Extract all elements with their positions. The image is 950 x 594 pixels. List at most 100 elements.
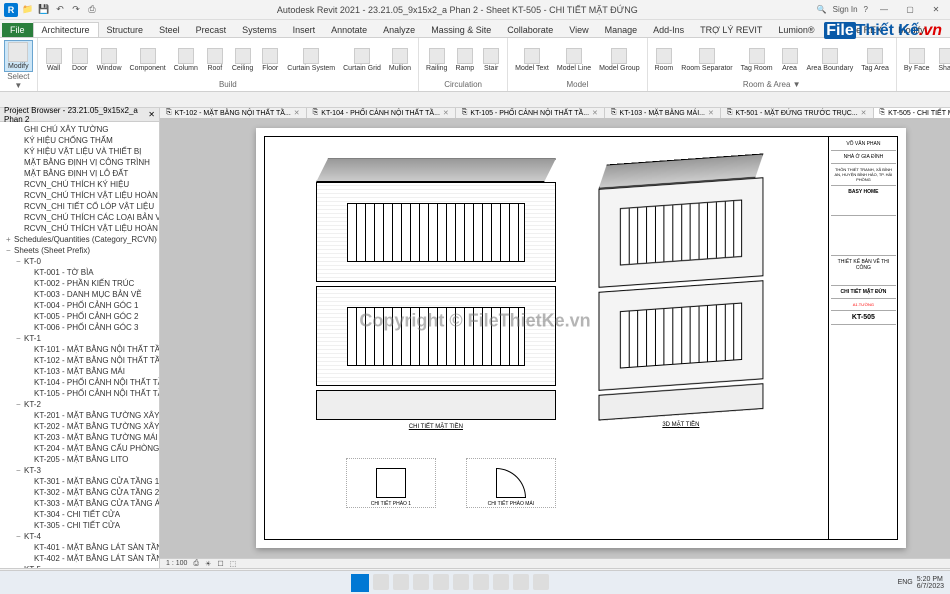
close-icon[interactable]: ✕ [148, 110, 155, 119]
tray-lang[interactable]: ENG [898, 579, 913, 586]
taskbar-app-icon[interactable] [493, 574, 509, 590]
ribbon-tab-massingsite[interactable]: Massing & Site [423, 23, 499, 37]
ribbon-tab-trlrevit[interactable]: TRỢ LÝ REVIT [692, 23, 770, 37]
vc-icon[interactable]: ☀ [205, 560, 211, 568]
tree-node[interactable]: −KT-4 [2, 531, 157, 542]
tree-node[interactable]: −Sheets (Sheet Prefix) [2, 245, 157, 256]
taskbar-app-icon[interactable] [533, 574, 549, 590]
document-tab[interactable]: ⎘KT-505 - CHI TIẾT MẶT ĐỨNG✕ [874, 108, 950, 118]
tree-node[interactable]: −KT-3 [2, 465, 157, 476]
tree-node[interactable]: KT-202 - MẶT BẰNG TƯỜNG XÂY TẦN [2, 421, 157, 432]
wall-button[interactable]: Wall [42, 47, 66, 73]
vc-icon[interactable]: ⎙ [193, 560, 199, 568]
tag-room-button[interactable]: Tag Room [738, 47, 776, 73]
curtain-grid-button[interactable]: Curtain Grid [340, 47, 384, 73]
tree-node[interactable]: KT-001 - TỜ BÌA [2, 267, 157, 278]
tree-node[interactable]: KT-402 - MẶT BẰNG LÁT SÀN TẦNG 2 [2, 553, 157, 564]
ribbon-tab-view[interactable]: View [561, 23, 596, 37]
sign-in-link[interactable]: Sign In [833, 5, 858, 14]
tree-node[interactable]: RCVN_CHI TIẾT CỔ LÓP VẬT LIỆU [2, 201, 157, 212]
qat-undo-icon[interactable]: ↶ [54, 4, 66, 16]
tree-node[interactable]: KT-301 - MẶT BẰNG CỬA TẦNG 1 [2, 476, 157, 487]
model-group-button[interactable]: Model Group [596, 47, 642, 73]
tree-node[interactable]: KT-401 - MẶT BẰNG LÁT SÀN TẦNG [2, 542, 157, 553]
ribbon-tab-addins[interactable]: Add-Ins [645, 23, 692, 37]
tree-node[interactable]: KT-204 - MẶT BẰNG CẤU PHÒNG [2, 443, 157, 454]
tree-node[interactable]: KT-303 - MẶT BẰNG CỬA TẦNG ÁP M [2, 498, 157, 509]
roof-button[interactable]: Roof [203, 47, 227, 73]
ribbon-tab-steel[interactable]: Steel [151, 23, 188, 37]
vc-icon[interactable]: ⬚ [230, 560, 237, 568]
document-tab[interactable]: ⎘KT-501 - MẶT ĐỨNG TRƯỚC TRỤC...✕ [721, 108, 874, 118]
modify-button[interactable]: Modify [4, 40, 33, 72]
document-tab[interactable]: ⎘KT-105 - PHỐI CẢNH NỘI THẤT TẦ...✕ [456, 108, 605, 118]
ribbon-tab-lumion[interactable]: Lumion® [770, 23, 822, 37]
tree-node[interactable]: −KT-2 [2, 399, 157, 410]
area-boundary-button[interactable]: Area Boundary [804, 47, 857, 73]
ribbon-tab-analyze[interactable]: Analyze [375, 23, 423, 37]
tree-node[interactable]: KT-302 - MẶT BẰNG CỬA TẦNG 2 [2, 487, 157, 498]
tree-node[interactable]: RCVN_CHÚ THÍCH VẬT LIỆU HOÀN THIỆN [2, 223, 157, 234]
search-icon[interactable]: 🔍 [817, 5, 827, 14]
document-tab[interactable]: ⎘KT-102 - MẶT BẰNG NỘI THẤT TẦ...✕ [160, 108, 307, 118]
tree-node[interactable]: GHI CHÚ XÂY TƯỜNG [2, 124, 157, 135]
model-text-button[interactable]: Model Text [512, 47, 552, 73]
tree-node[interactable]: KT-103 - MẶT BẰNG MÁI [2, 366, 157, 377]
taskbar-app-icon[interactable] [413, 574, 429, 590]
tree-node[interactable]: −KT-1 [2, 333, 157, 344]
ribbon-tab-systems[interactable]: Systems [234, 23, 285, 37]
taskbar-app-icon[interactable] [453, 574, 469, 590]
model-line-button[interactable]: Model Line [554, 47, 594, 73]
qat-open-icon[interactable]: 📁 [22, 4, 34, 16]
column-button[interactable]: Column [171, 47, 201, 73]
ceiling-button[interactable]: Ceiling [229, 47, 256, 73]
tree-node[interactable]: KT-305 - CHI TIẾT CỬA [2, 520, 157, 531]
by-face-button[interactable]: By Face [901, 47, 933, 73]
tree-node[interactable]: KT-005 - PHỐI CẢNH GÓC 2 [2, 311, 157, 322]
ribbon-tab-annotate[interactable]: Annotate [323, 23, 375, 37]
tree-node[interactable]: KT-003 - DANH MỤC BẢN VẼ [2, 289, 157, 300]
qat-save-icon[interactable]: 💾 [38, 4, 50, 16]
ribbon-tab-collaborate[interactable]: Collaborate [499, 23, 561, 37]
tree-node[interactable]: MẶT BẰNG ĐỊNH VỊ LÔ ĐẤT [2, 168, 157, 179]
help-icon[interactable]: ? [864, 5, 868, 14]
tree-node[interactable]: KT-004 - PHỐI CẢNH GÓC 1 [2, 300, 157, 311]
door-button[interactable]: Door [68, 47, 92, 73]
tree-node[interactable]: +Schedules/Quantities (Category_RCVN) [2, 234, 157, 245]
vc-icon[interactable]: ☐ [217, 560, 223, 568]
tag-area-button[interactable]: Tag Area [858, 47, 892, 73]
tree-node[interactable]: RCVN_CHÚ THÍCH VẬT LIỆU HOÀN THIỆN [2, 190, 157, 201]
qat-print-icon[interactable]: ⎙ [86, 4, 98, 16]
scale-label[interactable]: 1 : 100 [166, 560, 187, 567]
tree-node[interactable]: KT-205 - MẶT BẰNG LITO [2, 454, 157, 465]
document-tab[interactable]: ⎘KT-104 - PHỐI CẢNH NỘI THẤT TẦ...✕ [307, 108, 456, 118]
tree-node[interactable]: −KT-0 [2, 256, 157, 267]
tree-node[interactable]: −KT-5 [2, 564, 157, 568]
tree-node[interactable]: KT-101 - MẶT BẰNG NỘI THẤT TẦNG [2, 344, 157, 355]
start-button[interactable] [351, 574, 369, 592]
tree-node[interactable]: KT-104 - PHỐI CẢNH NỘI THẤT TẦ [2, 377, 157, 388]
document-tab[interactable]: ⎘KT-103 - MẶT BẰNG MÁI...✕ [605, 108, 721, 118]
ribbon-tab-precast[interactable]: Precast [188, 23, 235, 37]
qat-redo-icon[interactable]: ↷ [70, 4, 82, 16]
tree-node[interactable]: KT-201 - MẶT BẰNG TƯỜNG XÂY TẦN [2, 410, 157, 421]
minimize-button[interactable]: — [874, 3, 894, 17]
area-button[interactable]: Area [778, 47, 802, 73]
ribbon-tab-manage[interactable]: Manage [597, 23, 646, 37]
ribbon-tab-structure[interactable]: Structure [99, 23, 152, 37]
ribbon-tab-architecture[interactable]: Architecture [33, 22, 99, 37]
mullion-button[interactable]: Mullion [386, 47, 414, 73]
taskbar-app-icon[interactable] [473, 574, 489, 590]
room-button[interactable]: Room [652, 47, 677, 73]
tree-node[interactable]: MẶT BẰNG ĐỊNH VỊ CÔNG TRÌNH [2, 157, 157, 168]
ribbon-tab-insert[interactable]: Insert [285, 23, 324, 37]
railing-button[interactable]: Railing [423, 47, 450, 73]
floor-button[interactable]: Floor [258, 47, 282, 73]
taskbar-app-icon[interactable] [513, 574, 529, 590]
tree-node[interactable]: KT-105 - PHỐI CẢNH NỘI THẤT TẦ [2, 388, 157, 399]
tree-node[interactable]: KT-006 - PHỐI CẢNH GÓC 3 [2, 322, 157, 333]
maximize-button[interactable]: ▢ [900, 3, 920, 17]
tree-node[interactable]: KT-002 - PHẦN KIẾN TRÚC [2, 278, 157, 289]
room-separator-button[interactable]: Room Separator [678, 47, 735, 73]
curtain-system-button[interactable]: Curtain System [284, 47, 338, 73]
